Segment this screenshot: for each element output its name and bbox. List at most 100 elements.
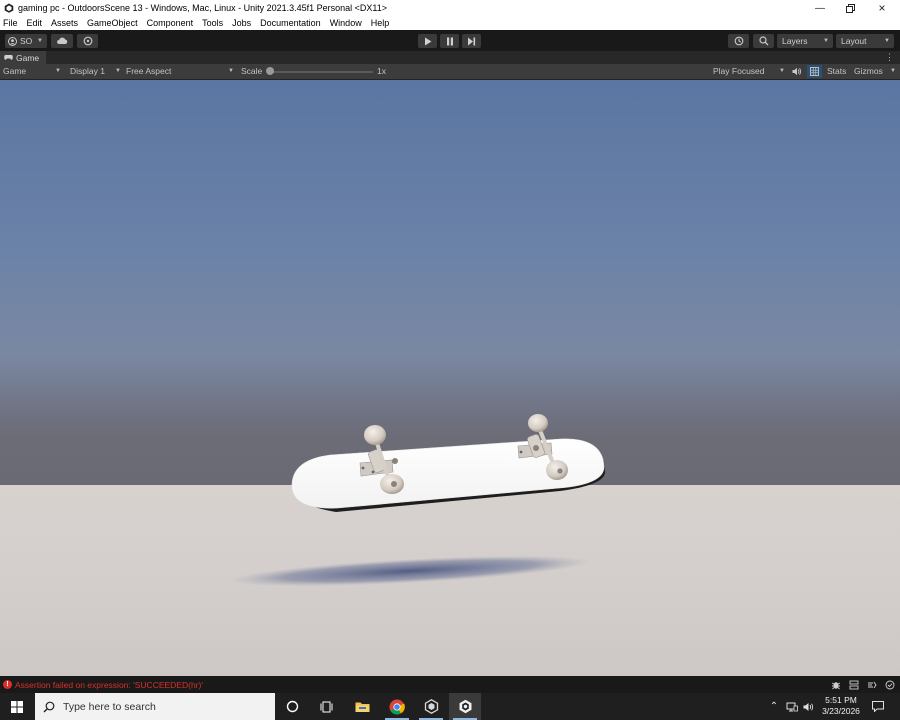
main-toolbar: SO ▼ Layers ▼ Layout ▼ <box>0 30 900 51</box>
unity-editor-button[interactable] <box>449 693 481 720</box>
audio-mute-icon[interactable] <box>792 67 802 76</box>
skateboard-scene <box>230 414 605 587</box>
scale-slider-handle[interactable] <box>266 67 274 75</box>
chevron-down-icon: ▼ <box>55 68 61 74</box>
layout-dropdown[interactable]: Layout ▼ <box>836 34 894 48</box>
gamepad-icon <box>4 55 13 60</box>
menu-help[interactable]: Help <box>371 18 390 28</box>
collab-button[interactable] <box>77 34 98 48</box>
display-dropdown[interactable]: Display 1 <box>70 64 105 79</box>
scale-slider-track[interactable] <box>269 71 373 73</box>
stats-button[interactable]: Stats <box>827 64 846 79</box>
tray-overflow-button[interactable]: ⌃ <box>766 693 782 720</box>
pause-icon <box>446 37 453 45</box>
menu-edit[interactable]: Edit <box>27 18 43 28</box>
play-button[interactable] <box>418 34 437 48</box>
minimize-icon: — <box>815 2 825 14</box>
layout-label: Layout <box>841 36 867 46</box>
start-button[interactable] <box>0 693 34 720</box>
menu-gameobject[interactable]: GameObject <box>87 18 138 28</box>
scale-value: 1x <box>377 66 386 76</box>
unity-editor-icon <box>459 699 471 714</box>
progress-icon[interactable] <box>865 676 879 693</box>
account-dropdown[interactable]: SO ▼ <box>5 34 47 48</box>
tab-game-label: Game <box>16 52 40 63</box>
file-explorer-button[interactable] <box>346 693 378 720</box>
chevron-up-icon: ⌃ <box>769 701 779 712</box>
windows-logo-icon <box>11 700 23 713</box>
check-icon[interactable] <box>883 676 897 693</box>
search-icon <box>758 36 768 46</box>
close-button[interactable]: × <box>866 0 898 16</box>
view-mode-dropdown[interactable]: Game <box>3 64 26 79</box>
grid-icon <box>810 67 819 76</box>
game-viewport[interactable] <box>0 80 900 676</box>
minimize-button[interactable]: — <box>804 0 836 16</box>
chrome-button[interactable] <box>381 693 413 720</box>
status-bar[interactable]: ! Assertion failed on expression: 'SUCCE… <box>0 676 900 693</box>
layers-dropdown[interactable]: Layers ▼ <box>777 34 833 48</box>
history-button[interactable] <box>728 34 749 48</box>
chevron-down-icon: ▼ <box>37 38 43 44</box>
window-title-bar: gaming pc - OutdoorsScene 13 - Windows, … <box>0 0 900 16</box>
menu-component[interactable]: Component <box>147 18 194 28</box>
kebab-menu-icon[interactable]: ⋮ <box>885 51 894 64</box>
account-label: SO <box>20 36 33 46</box>
taskbar-clock[interactable]: 5:51 PM 3/23/2026 <box>818 695 864 717</box>
chevron-down-icon: ▼ <box>884 38 890 44</box>
status-message[interactable]: Assertion failed on expression: 'SUCCEED… <box>15 680 203 690</box>
aspect-dropdown[interactable]: Free Aspect <box>126 64 171 79</box>
error-icon: ! <box>3 680 12 689</box>
clock-time: 5:51 PM <box>825 695 857 705</box>
volume-button[interactable] <box>801 693 817 720</box>
network-icon <box>786 702 798 711</box>
play-icon <box>424 37 431 45</box>
menu-jobs[interactable]: Jobs <box>232 18 251 28</box>
cortana-icon <box>286 700 298 713</box>
bug-icon[interactable] <box>829 676 843 693</box>
layers-label: Layers <box>782 36 808 46</box>
search-button[interactable] <box>753 34 774 48</box>
cache-server-icon[interactable] <box>847 676 861 693</box>
step-button[interactable] <box>462 34 481 48</box>
cloud-button[interactable] <box>51 34 73 48</box>
collab-icon <box>83 36 92 46</box>
menu-file[interactable]: File <box>3 18 18 28</box>
folder-icon <box>355 702 369 712</box>
stats-grid-toggle[interactable] <box>807 65 822 78</box>
gizmos-button[interactable]: Gizmos <box>854 64 883 79</box>
network-button[interactable] <box>784 693 800 720</box>
task-view-button[interactable] <box>310 693 342 720</box>
search-icon <box>43 701 55 712</box>
clock-date: 3/23/2026 <box>822 706 860 716</box>
unity-hub-button[interactable] <box>415 693 447 720</box>
menu-documentation[interactable]: Documentation <box>260 18 321 28</box>
chevron-down-icon: ▼ <box>823 38 829 44</box>
play-mode-dropdown[interactable]: Play Focused <box>713 64 765 79</box>
window-title: gaming pc - OutdoorsScene 13 - Windows, … <box>18 3 388 13</box>
cortana-button[interactable] <box>276 693 308 720</box>
menu-bar: File Edit Assets GameObject Component To… <box>0 16 900 30</box>
restore-button[interactable] <box>834 0 866 16</box>
taskbar-search-placeholder: Type here to search <box>63 700 156 713</box>
pause-button[interactable] <box>440 34 459 48</box>
history-icon <box>734 36 743 46</box>
restore-icon <box>845 3 855 13</box>
menu-tools[interactable]: Tools <box>202 18 223 28</box>
skateboard-shadow <box>230 555 590 587</box>
task-view-icon <box>320 701 332 712</box>
step-icon <box>468 37 476 45</box>
notifications-button[interactable] <box>868 693 888 720</box>
game-view-toolbar: Game ▼ Display 1 ▼ Free Aspect ▼ Scale 1… <box>0 64 900 80</box>
tab-game[interactable]: Game <box>0 51 46 64</box>
taskbar-search-box[interactable]: Type here to search <box>35 693 275 720</box>
menu-assets[interactable]: Assets <box>51 18 78 28</box>
chrome-icon <box>389 699 405 714</box>
unity-app-icon <box>4 3 14 13</box>
notification-icon <box>872 701 884 712</box>
chevron-down-icon: ▼ <box>228 68 234 74</box>
chevron-down-icon: ▼ <box>115 68 121 74</box>
game-tab-bar: Game ⋮ <box>0 51 900 64</box>
menu-window[interactable]: Window <box>330 18 362 28</box>
close-icon: × <box>878 1 886 15</box>
